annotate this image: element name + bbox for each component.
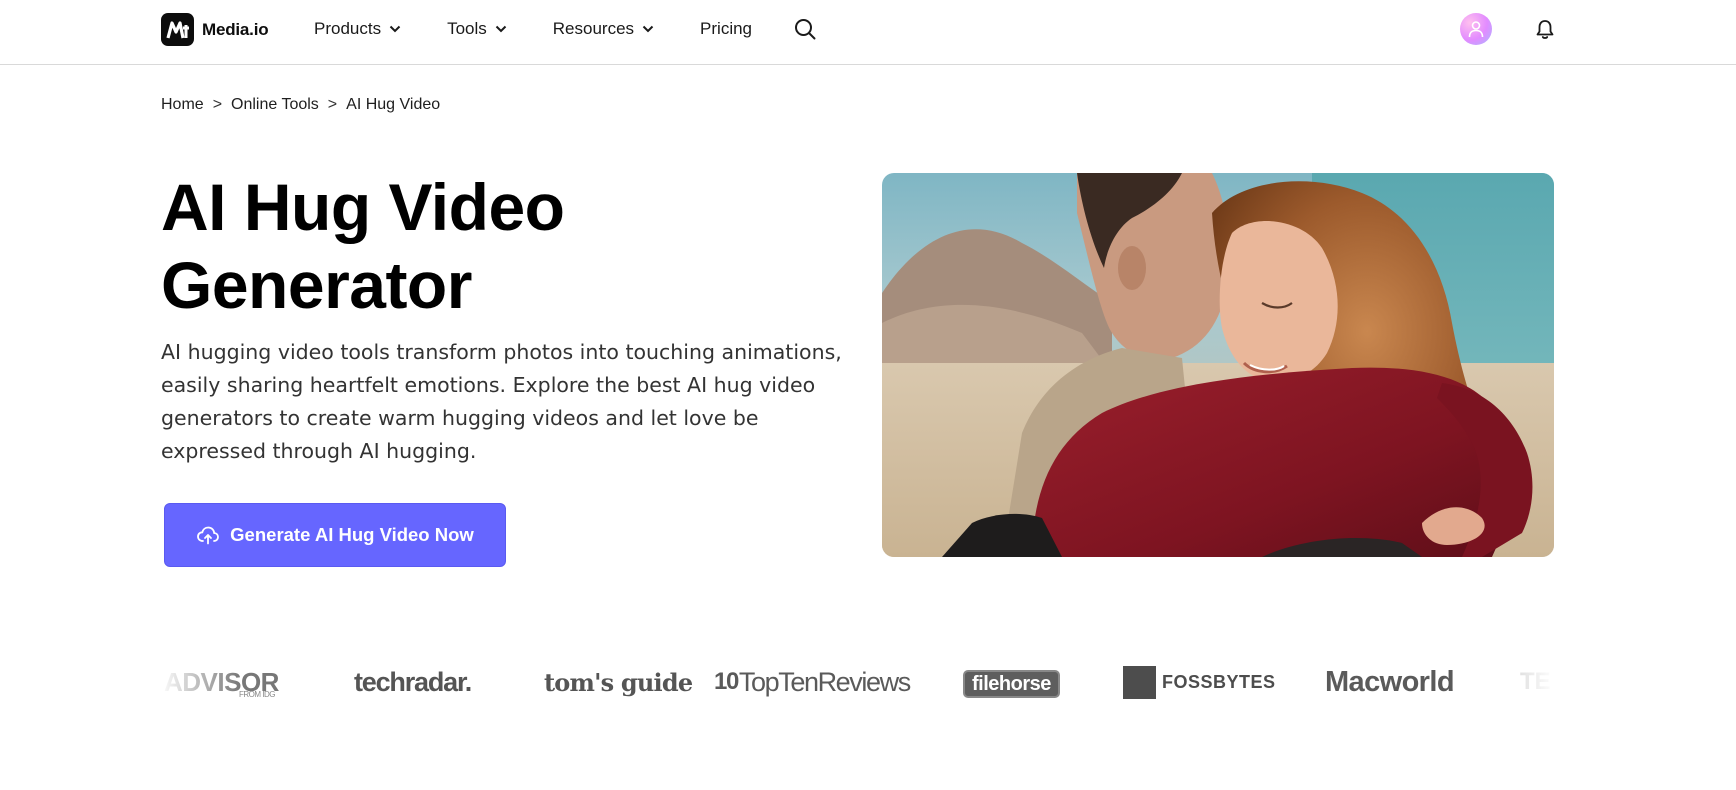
nav-pricing[interactable]: Pricing xyxy=(700,19,752,39)
breadcrumb-current: AI Hug Video xyxy=(346,96,441,113)
user-avatar-icon xyxy=(1468,21,1484,38)
hero-image-couple-hugging xyxy=(882,173,1554,557)
page-title-line-1: AI Hug Video xyxy=(161,170,565,244)
logo-toptenreviews-text: TopTenReviews xyxy=(738,666,911,697)
user-avatar[interactable] xyxy=(1460,13,1492,45)
cta-label: Generate AI Hug Video Now xyxy=(230,524,474,545)
logo-filehorse-text: filehorse xyxy=(963,670,1060,698)
logo-toptenreviews: 10 TopTenReviews xyxy=(714,660,911,704)
media-io-logo-icon xyxy=(161,13,194,46)
nav-products[interactable]: Products xyxy=(314,19,401,39)
logo-toms-guide: tom's guide xyxy=(544,660,693,704)
breadcrumb-separator: > xyxy=(327,96,338,113)
logo-advisor-sub: FROM IDG xyxy=(238,689,276,699)
logo-macworld: Macworld xyxy=(1325,660,1455,704)
logo-next-text: TE xyxy=(1520,668,1551,695)
page-title-line-2: Generator xyxy=(161,248,472,322)
cloud-upload-icon xyxy=(197,526,220,545)
nav-tools[interactable]: Tools xyxy=(447,19,507,39)
logo-filehorse: filehorse xyxy=(963,670,1060,698)
nav-resources-label: Resources xyxy=(552,19,635,38)
logo-toptenreviews-prefix: 10 xyxy=(714,668,739,695)
hero-description: AI hugging video tools transform photos … xyxy=(161,340,842,463)
logo-techradar-text: techradar. xyxy=(354,666,472,697)
fossbytes-mark-icon xyxy=(1123,665,1156,699)
breadcrumb-home[interactable]: Home xyxy=(161,96,204,114)
generate-ai-hug-video-button[interactable]: Generate AI Hug Video Now xyxy=(164,503,506,567)
nav-tools-label: Tools xyxy=(447,19,487,38)
logo-macworld-text: Macworld xyxy=(1325,665,1455,698)
main-nav: Products Tools Resources Pricing xyxy=(314,0,798,58)
top-navigation-bar: Media.io Products Tools Resources Pricin… xyxy=(0,0,1736,65)
logo-text: Media.io xyxy=(202,19,269,39)
media-io-logo[interactable]: Media.io xyxy=(161,13,269,46)
press-logos-strip: ADVISOR FROM IDG techradar. tom's guide … xyxy=(160,660,1555,704)
logo-fossbytes-text: FOSSBYTES xyxy=(1162,671,1276,692)
search-icon[interactable] xyxy=(794,18,816,40)
page-title: AI Hug Video Generator xyxy=(161,168,841,324)
logo-fossbytes: FOSSBYTES xyxy=(1123,660,1276,704)
nav-products-label: Products xyxy=(314,19,382,38)
logo-toms-guide-text: tom's guide xyxy=(544,667,693,697)
bell-icon[interactable] xyxy=(1535,19,1555,40)
logo-advisor: ADVISOR FROM IDG xyxy=(164,660,279,704)
nav-resources[interactable]: Resources xyxy=(553,19,654,39)
breadcrumb-online-tools[interactable]: Online Tools xyxy=(231,96,319,114)
breadcrumb-separator: > xyxy=(212,96,223,113)
breadcrumb: Home > Online Tools > AI Hug Video xyxy=(161,96,440,114)
chevron-down-icon xyxy=(389,25,401,33)
nav-pricing-label: Pricing xyxy=(700,19,753,38)
chevron-down-icon xyxy=(642,25,654,33)
logo-techradar: techradar. xyxy=(354,660,472,704)
chevron-down-icon xyxy=(495,25,506,33)
logo-next-partial: TE xyxy=(1520,660,1551,704)
